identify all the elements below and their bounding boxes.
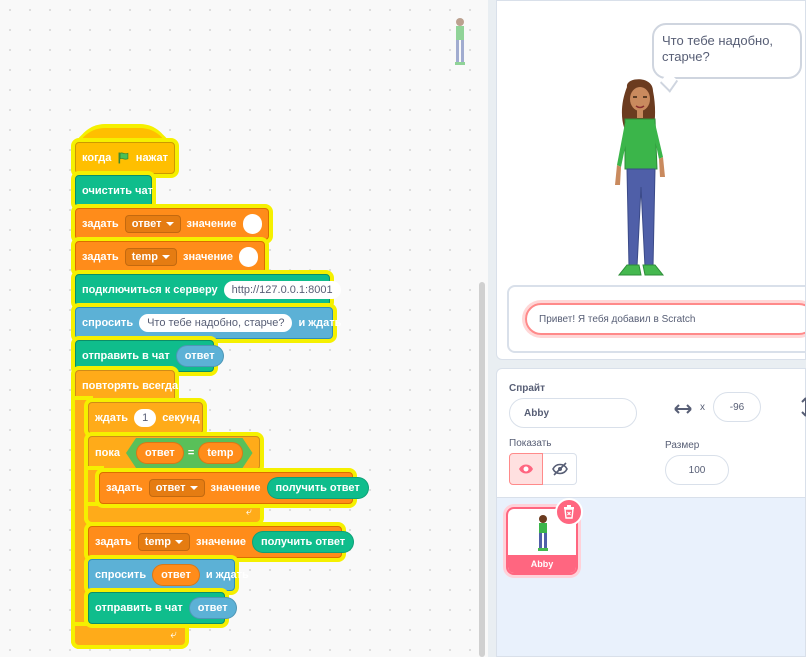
scratch-editor: когда нажат очистить чат задать ответ зн… [0,0,806,657]
dropdown-caret-icon [161,255,170,260]
dropdown-caret-icon [165,222,174,227]
set-label: задать [82,251,119,263]
value-input[interactable] [242,214,262,234]
variable-name: ответ [155,482,186,494]
code-area-scrollbar[interactable] [479,282,485,657]
dropdown-caret-icon [174,540,183,545]
equals-sign: = [187,447,195,459]
value-label: значение [186,218,237,230]
sprite-label: Спрайт [509,383,545,394]
send-to-chat-block[interactable]: отправить в чат ответ [88,592,237,624]
while-label: пока [95,447,120,459]
sprite-thumbnail [538,515,548,551]
loop-arrow-icon: ⤶ [170,627,177,641]
answer-reporter[interactable]: ответ [188,597,237,619]
variable-name: temp [131,251,158,263]
set-label: задать [95,536,132,548]
green-flag-icon [118,152,129,164]
wait-unit: секунд [162,412,200,424]
sprite-list-panel: Abby [496,498,806,657]
variable-dropdown[interactable]: ответ [148,479,205,497]
ask-and-wait-block[interactable]: спросить Что тебе надобно, старче? и жда… [75,307,341,339]
send-label: отправить в чат [82,350,170,362]
answer-variable-reporter[interactable]: ответ [152,564,200,586]
while-foot: ⤶ [88,506,260,522]
set-temp-from-reply-block[interactable]: задать temp значение получить ответ [88,526,355,558]
sprite-tile-name: Abby [508,555,576,573]
when-flag-pre: когда [82,152,112,164]
sprite-info-panel: Спрайт Abby x -96 Показать Размер 100 [496,368,806,498]
answer-variable-reporter[interactable]: ответ [136,442,184,464]
sprite-watermark-icon [455,18,465,65]
sprite-name-input[interactable]: Abby [509,398,637,428]
ask-answer-input[interactable]: Привет! Я тебя добавил в Scratch [525,303,805,335]
forever-arm [75,400,89,645]
variable-name: temp [144,536,171,548]
dropdown-caret-icon [189,486,198,491]
set-label: задать [82,218,119,230]
horizontal-arrows-icon [674,404,692,414]
wait-label: ждать [95,412,129,424]
eye-slash-icon [551,462,568,476]
ask-label: спросить [82,317,134,329]
set-temp-block[interactable]: задать temp значение [75,241,265,273]
equals-operator[interactable]: ответ = temp [126,438,253,468]
value-input[interactable] [238,247,258,267]
while-block[interactable]: пока ответ = temp [88,436,260,470]
ask-prompt-box: Привет! Я тебя добавил в Scratch [507,285,805,353]
server-url-input[interactable]: http://127.0.0.1:8001 [223,281,341,299]
size-input[interactable]: 100 [665,455,729,485]
value-label: значение [182,251,233,263]
clear-chat-block[interactable]: очистить чат [75,175,153,207]
ask-answer-block[interactable]: спросить ответ и ждать [88,559,249,591]
variable-name: ответ [131,218,162,230]
set-label: задать [106,482,143,494]
vertical-arrows-icon [801,397,806,417]
when-flag-clicked-block[interactable]: когда нажат [75,142,175,174]
connect-label: подключиться к серверу [82,284,218,296]
speech-bubble: Что тебе надобно, старче? [652,23,802,79]
size-label: Размер [665,440,700,451]
value-label: значение [210,482,261,494]
trash-icon [564,505,574,519]
wait-seconds-input[interactable]: 1 [134,409,157,427]
variable-dropdown[interactable]: temp [137,533,190,551]
answer-reporter[interactable]: ответ [175,345,224,367]
variable-dropdown[interactable]: ответ [124,215,181,233]
clear-chat-label: очистить чат [82,185,153,197]
temp-variable-reporter[interactable]: temp [198,442,242,464]
abby-sprite[interactable] [605,77,675,285]
set-answer-from-reply-block[interactable]: задать ответ значение получить ответ [99,472,369,504]
code-area[interactable]: когда нажат очистить чат задать ответ зн… [0,0,488,657]
forever-label: повторять всегда [82,380,179,392]
value-label: значение [195,536,246,548]
ask-label: спросить [95,569,147,581]
wait-block[interactable]: ждать 1 секунд [88,402,203,434]
and-wait-label: и ждать [298,317,342,329]
stage[interactable]: Что тебе надобно, старче? Привет! Я тебя… [496,0,806,360]
send-label: отправить в чат [95,602,183,614]
question-input[interactable]: Что тебе надобно, старче? [139,314,293,332]
forever-block[interactable]: повторять всегда [75,370,179,402]
set-answer-block[interactable]: задать ответ значение [75,208,269,240]
x-position-input[interactable]: -96 [713,392,761,422]
show-label: Показать [509,438,552,449]
loop-arrow-icon: ⤶ [245,506,252,518]
get-reply-reporter[interactable]: получить ответ [251,531,355,553]
hide-sprite-button[interactable] [543,453,577,485]
send-to-chat-block[interactable]: отправить в чат ответ [75,340,224,372]
eye-icon [519,464,533,474]
connect-server-block[interactable]: подключиться к серверу http://127.0.0.1:… [75,274,341,306]
delete-sprite-button[interactable] [555,498,583,526]
and-wait-label: и ждать [205,569,249,581]
show-sprite-button[interactable] [509,453,543,485]
forever-foot: ⤶ [75,626,185,645]
get-reply-reporter[interactable]: получить ответ [266,477,369,499]
when-flag-post: нажат [135,152,168,164]
x-label: x [700,402,705,413]
variable-dropdown[interactable]: temp [124,248,177,266]
